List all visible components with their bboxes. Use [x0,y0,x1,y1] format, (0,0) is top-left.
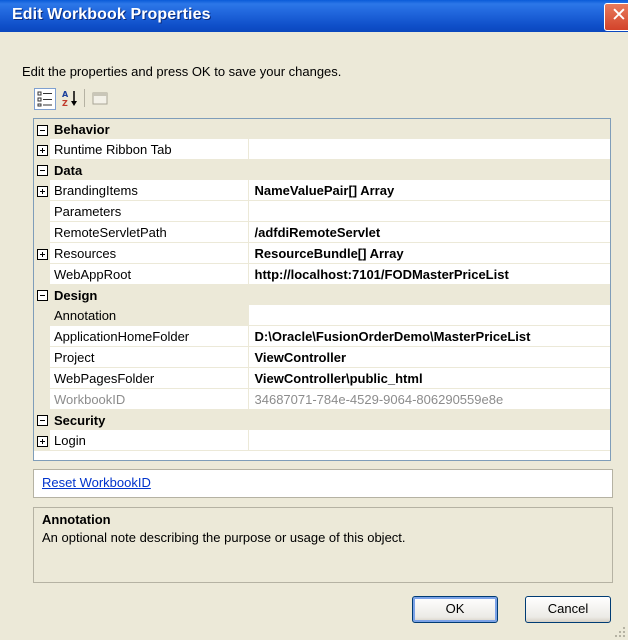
expand-icon[interactable] [36,144,48,156]
title-bar[interactable]: Edit Workbook Properties ✕ [0,0,628,32]
svg-text:Z: Z [62,99,68,108]
cancel-button[interactable]: Cancel [525,596,611,623]
description-title: Annotation [42,512,111,527]
property-name: BrandingItems [50,180,249,201]
description-text: An optional note describing the purpose … [42,530,406,545]
property-pages-button[interactable] [90,88,110,108]
property-row-remote-servlet-path[interactable]: RemoteServletPath /adfdiRemoteServlet [34,221,610,243]
categorized-icon [37,91,52,107]
property-grid[interactable]: Behavior Runtime Ribbon Tab Data Brandin… [33,118,611,461]
property-value[interactable]: D:\Oracle\FusionOrderDemo\MasterPriceLis… [248,325,610,347]
property-name: WebPagesFolder [50,367,249,389]
property-name: WebAppRoot [50,263,249,285]
property-name: Annotation [50,305,249,326]
category-data[interactable]: Data [34,159,610,180]
property-value[interactable] [248,305,610,326]
resize-grip-icon[interactable] [614,626,626,638]
svg-text:A: A [62,90,69,99]
dialog-title: Edit Workbook Properties [12,6,211,23]
property-row-parameters[interactable]: Parameters [34,200,610,222]
property-name: Resources [50,242,249,264]
property-value[interactable] [248,139,610,160]
collapse-icon[interactable] [36,415,48,427]
property-value: 34687071-784e-4529-9064-806290559e8e [248,388,610,410]
property-value[interactable]: ResourceBundle[] Array [248,242,610,264]
property-row-web-app-root[interactable]: WebAppRoot http://localhost:7101/FODMast… [34,263,610,285]
property-name: Parameters [50,200,249,222]
close-icon: ✕ [611,4,627,26]
property-row-runtime-ribbon-tab[interactable]: Runtime Ribbon Tab [34,139,610,160]
property-row-annotation[interactable]: Annotation [34,305,610,326]
category-label: Security [54,412,106,428]
alphabetical-icon: A Z [62,90,77,108]
alphabetical-button[interactable]: A Z [60,88,80,108]
collapse-icon[interactable] [36,290,48,302]
property-value[interactable] [248,200,610,222]
property-name: RemoteServletPath [50,221,249,243]
category-design[interactable]: Design [34,284,610,305]
categorized-button[interactable] [34,88,56,110]
property-value[interactable] [248,430,610,451]
property-row-login[interactable]: Login [34,430,610,451]
expand-icon[interactable] [36,248,48,260]
description-pane: Annotation An optional note describing t… [33,507,613,583]
edit-workbook-properties-dialog: Edit Workbook Properties ✕ Edit the prop… [0,0,628,640]
collapse-icon[interactable] [36,165,48,177]
category-security[interactable]: Security [34,409,610,430]
property-row-branding-items[interactable]: BrandingItems NameValuePair[] Array [34,180,610,201]
reset-workbook-id-link[interactable]: Reset WorkbookID [42,475,151,490]
property-name: Project [50,346,249,368]
property-name: Runtime Ribbon Tab [50,139,249,160]
category-label: Design [54,287,98,303]
close-button[interactable]: ✕ [604,3,628,31]
category-label: Behavior [54,121,110,137]
instruction-text: Edit the properties and press OK to save… [22,64,342,79]
collapse-icon[interactable] [36,124,48,136]
property-name: Login [50,430,249,451]
property-name: ApplicationHomeFolder [50,325,249,347]
property-row-web-pages-folder[interactable]: WebPagesFolder ViewController\public_htm… [34,367,610,389]
property-row-workbook-id[interactable]: WorkbookID 34687071-784e-4529-9064-80629… [34,388,610,410]
property-pages-icon [92,92,108,105]
ok-button[interactable]: OK [412,596,498,623]
toolbar-separator [84,89,85,107]
property-row-resources[interactable]: Resources ResourceBundle[] Array [34,242,610,264]
expand-icon[interactable] [36,435,48,447]
property-row-application-home-folder[interactable]: ApplicationHomeFolder D:\Oracle\FusionOr… [34,325,610,347]
property-name: WorkbookID [50,388,249,410]
property-value[interactable]: ViewController\public_html [248,367,610,389]
property-value[interactable]: NameValuePair[] Array [248,180,610,201]
expand-icon[interactable] [36,185,48,197]
commands-pane: Reset WorkbookID [33,469,613,498]
property-value[interactable]: http://localhost:7101/FODMasterPriceList [248,263,610,285]
property-row-project[interactable]: Project ViewController [34,346,610,368]
property-value[interactable]: ViewController [248,346,610,368]
category-behavior[interactable]: Behavior [34,119,610,139]
property-value[interactable]: /adfdiRemoteServlet [248,221,610,243]
category-label: Data [54,162,83,178]
